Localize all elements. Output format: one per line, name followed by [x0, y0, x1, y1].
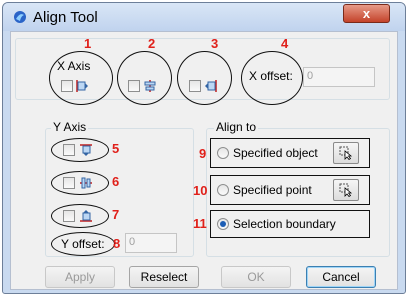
- x-offset-label: X offset:: [249, 69, 293, 83]
- pick-point-button[interactable]: [333, 179, 359, 201]
- app-logo-icon: [14, 11, 26, 23]
- align-bottom-icon: [80, 210, 92, 222]
- y-offset-input[interactable]: 0: [125, 233, 177, 253]
- pick-cursor-icon: [339, 183, 353, 197]
- specified-object-label[interactable]: Specified object: [233, 146, 318, 160]
- x-axis-label: X Axis: [57, 59, 91, 73]
- annotation-7: 7: [112, 207, 120, 222]
- annotation-oval-2: [117, 51, 172, 105]
- x-align-right-checkbox[interactable]: [189, 80, 201, 92]
- close-button[interactable]: x: [343, 4, 390, 23]
- annotation-4: 4: [281, 36, 289, 51]
- y-offset-label: Y offset:: [61, 237, 105, 251]
- y-axis-label: Y Axis: [51, 120, 89, 134]
- align-center-icon: [144, 80, 156, 92]
- selection-boundary-radio[interactable]: [217, 218, 229, 230]
- selection-boundary-label[interactable]: Selection boundary: [233, 217, 336, 231]
- x-align-center-checkbox[interactable]: [128, 80, 140, 92]
- specified-point-label[interactable]: Specified point: [233, 183, 312, 197]
- specified-object-radio[interactable]: [217, 147, 229, 159]
- specified-point-radio[interactable]: [217, 184, 229, 196]
- annotation-oval-3: [177, 51, 232, 105]
- title-bar[interactable]: Align Tool x: [3, 3, 405, 31]
- ok-button[interactable]: OK: [221, 266, 291, 288]
- align-left-icon: [76, 80, 88, 92]
- y-align-bottom-checkbox[interactable]: [63, 210, 75, 222]
- dialog-body: 1 2 3 4 X Axis X offset: 0 Y Axis 5 6 7 …: [10, 31, 398, 290]
- annotation-1: 1: [84, 36, 92, 51]
- annotation-9: 9: [199, 146, 207, 161]
- y-align-top-checkbox[interactable]: [63, 144, 75, 156]
- align-top-icon: [80, 144, 92, 156]
- align-middle-icon: [80, 177, 92, 189]
- reselect-button[interactable]: Reselect: [129, 266, 199, 288]
- annotation-3: 3: [211, 36, 219, 51]
- annotation-2: 2: [148, 36, 156, 51]
- annotation-10: 10: [193, 183, 208, 198]
- y-align-middle-checkbox[interactable]: [63, 177, 75, 189]
- align-to-label: Align to: [214, 120, 259, 134]
- pick-object-button[interactable]: [333, 142, 359, 164]
- annotation-5: 5: [112, 141, 120, 156]
- x-offset-input[interactable]: 0: [303, 67, 375, 87]
- align-tool-window: Align Tool x 1 2 3 4 X Axis X offset: 0 …: [2, 2, 406, 294]
- x-align-left-checkbox[interactable]: [61, 80, 73, 92]
- annotation-8: 8: [113, 236, 121, 251]
- annotation-6: 6: [112, 174, 120, 189]
- align-right-icon: [205, 80, 217, 92]
- apply-button[interactable]: Apply: [45, 266, 115, 288]
- window-title: Align Tool: [33, 9, 98, 26]
- annotation-11: 11: [193, 216, 207, 231]
- pick-cursor-icon: [339, 146, 353, 160]
- cancel-button[interactable]: Cancel: [306, 266, 376, 288]
